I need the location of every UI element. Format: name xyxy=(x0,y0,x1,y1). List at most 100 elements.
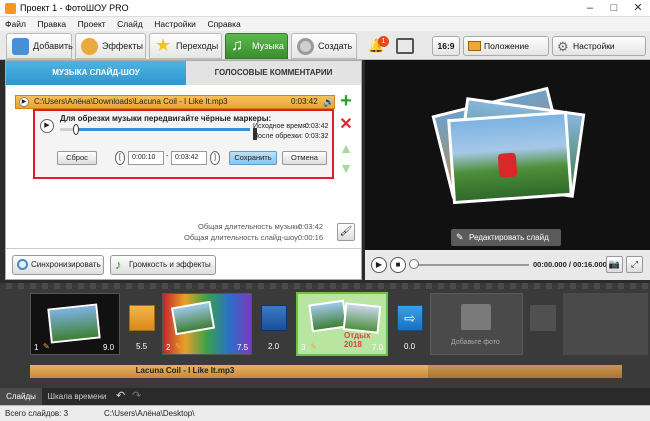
photo-gallery-icon[interactable] xyxy=(396,38,414,54)
play-button[interactable]: ▶ xyxy=(371,257,387,273)
brush-icon[interactable]: 🖌 xyxy=(337,223,355,241)
tab-slides[interactable]: Слайды xyxy=(0,388,42,405)
transition-duration: 0.0 xyxy=(404,342,416,351)
tab-music[interactable]: ♫ Музыка xyxy=(225,33,288,59)
window-title: Проект 1 - ФотоШОУ PRO xyxy=(20,3,129,13)
transition-1[interactable]: 5.5 xyxy=(129,305,155,351)
music-panel: МУЗЫКА СЛАЙД-ШОУ ГОЛОСОВЫЕ КОММЕНТАРИИ ▶… xyxy=(5,60,362,280)
trim-panel: ▶ Для обрезки музыки передвигайте чёрные… xyxy=(33,109,334,179)
add-music-button[interactable]: + xyxy=(337,91,355,111)
maximize-button[interactable]: □ xyxy=(602,0,626,17)
minimize-button[interactable]: – xyxy=(578,0,602,17)
transition-2[interactable]: 2.0 xyxy=(261,305,287,351)
slide-number: 2 xyxy=(166,343,171,352)
undo-icon[interactable]: ↶ xyxy=(116,389,125,402)
photo-frame-icon xyxy=(468,41,481,51)
menu-file[interactable]: Файл xyxy=(0,17,30,29)
tab-add[interactable]: Добавить xyxy=(6,33,73,59)
audio-track[interactable]: Lacuna Coil - I Like It.mp3 xyxy=(30,365,622,378)
menu-help[interactable]: Справка xyxy=(202,17,244,29)
start-marker[interactable] xyxy=(73,124,79,135)
after-trim-label: После обрезки: xyxy=(253,133,304,140)
slide-photo xyxy=(47,303,101,344)
tab-effects[interactable]: Эффекты xyxy=(75,33,146,59)
track-duration: 0:03:42 xyxy=(291,97,318,106)
volume-effects-button[interactable]: ♪ Громкость и эффекты xyxy=(110,255,216,275)
project-settings-button[interactable]: ⚙ Настройки проекта xyxy=(552,36,646,69)
after-trim-time: 0:03:32 xyxy=(305,133,329,140)
progress-knob[interactable] xyxy=(409,259,419,269)
cancel-button[interactable]: Отмена xyxy=(282,151,327,165)
empty-slide xyxy=(563,293,648,355)
menu-settings[interactable]: Настройки xyxy=(149,17,200,29)
gear-icon: ⚙ xyxy=(557,39,569,54)
edit-slide-button[interactable]: ✎ Редактировать слайд xyxy=(451,229,561,246)
total-slides: Всего слайдов: 3 xyxy=(5,409,69,418)
tab-voice-comments[interactable]: ГОЛОСОВЫЕ КОММЕНТАРИИ xyxy=(186,61,361,85)
reset-button[interactable]: Сброс xyxy=(57,151,97,165)
menu-slide[interactable]: Слайд xyxy=(112,17,147,29)
time-display: 00:00.000 / 00:16.000 xyxy=(533,260,607,269)
start-bracket-button[interactable]: [ xyxy=(115,151,125,165)
slide-thumbnail-selected[interactable]: Отдых 2018 3 ✎ 7.0 xyxy=(296,292,388,356)
sync-button[interactable]: Синхронизировать xyxy=(12,255,104,275)
delete-music-button[interactable]: ✕ xyxy=(337,116,355,134)
close-button[interactable]: ✕ xyxy=(626,0,650,17)
trim-play-button[interactable]: ▶ xyxy=(40,119,54,133)
slide-duration: 7.5 xyxy=(237,343,249,352)
view-tabs: Слайды Шкала времени ↶ ↷ xyxy=(0,388,650,406)
redo-icon[interactable]: ↷ xyxy=(132,389,141,402)
player-controls: ▶ ■ 00:00.000 / 00:16.000 📷 ⤢ xyxy=(365,250,650,280)
fullscreen-icon[interactable]: ⤢ xyxy=(626,256,643,273)
title-bar: Проект 1 - ФотоШОУ PRO – □ ✕ xyxy=(0,0,650,17)
menu-bar: Файл Правка Проект Слайд Настройки Справ… xyxy=(0,17,650,31)
menu-project[interactable]: Проект xyxy=(73,17,110,29)
add-photo-label: Добавьте фото xyxy=(451,339,500,346)
trim-slider[interactable] xyxy=(60,124,250,135)
trim-hint: Для обрезки музыки передвигайте чёрные м… xyxy=(60,114,272,123)
transition-3[interactable]: ⇨ 0.0 xyxy=(397,305,423,351)
project-path: C:\Users\Алёна\Desktop\ xyxy=(104,409,195,418)
play-icon: ▶ xyxy=(19,97,29,107)
progress-slider[interactable] xyxy=(411,264,529,266)
start-time-field[interactable]: 0:00:10 xyxy=(128,151,164,165)
save-button[interactable]: Сохранить xyxy=(229,151,277,165)
slide-duration: 7.0 xyxy=(372,343,384,352)
star-icon: ★ xyxy=(155,35,172,55)
slide-photo xyxy=(342,302,382,334)
original-time: 0:03:42 xyxy=(305,123,329,130)
add-photo-placeholder[interactable]: Добавьте фото xyxy=(430,293,523,355)
tab-timeline[interactable]: Шкала времени xyxy=(44,388,110,405)
menu-edit[interactable]: Правка xyxy=(32,17,70,29)
tab-transitions[interactable]: ★ Переходы xyxy=(149,33,222,59)
photo-position-button[interactable]: Положение фото xyxy=(463,36,549,69)
pencil-icon: ✎ xyxy=(456,232,464,242)
original-time-label: Исходное время: xyxy=(253,123,309,130)
slide-thumbnail[interactable]: 1 ✎ 9.0 xyxy=(30,293,120,355)
app-icon xyxy=(5,3,16,14)
pencil-icon: ✎ xyxy=(175,342,182,351)
snapshot-icon[interactable]: 📷 xyxy=(606,256,623,273)
time-separator: - xyxy=(166,153,169,160)
transition-duration: 5.5 xyxy=(136,342,148,351)
music-note-icon: ♪ xyxy=(115,257,122,272)
music-track-row[interactable]: ▶ C:\Users\Алёна\Downloads\Lacuna Coil -… xyxy=(15,95,335,109)
tab-slideshow-music[interactable]: МУЗЫКА СЛАЙД-ШОУ xyxy=(6,61,186,85)
move-down-icon[interactable]: ▼ xyxy=(337,159,355,177)
pencil-icon: ✎ xyxy=(43,342,50,351)
image-placeholder-icon xyxy=(461,304,491,330)
sync-icon xyxy=(17,259,28,270)
trim-selection xyxy=(75,128,250,131)
slide-thumbnail[interactable]: 2 ✎ 7.5 xyxy=(162,293,252,355)
stop-button[interactable]: ■ xyxy=(390,257,406,273)
tab-create[interactable]: Создать xyxy=(291,33,357,59)
film-strip-top xyxy=(0,283,650,289)
empty-transition xyxy=(530,305,556,331)
aspect-ratio-button[interactable]: 16:9 xyxy=(432,36,460,56)
slide-duration: 9.0 xyxy=(103,343,115,352)
person-figure xyxy=(497,152,518,178)
end-time-field[interactable]: 0:03:42 xyxy=(171,151,207,165)
move-up-icon[interactable]: ▲ xyxy=(337,139,355,157)
end-bracket-button[interactable]: ] xyxy=(210,151,220,165)
slide-preview: ✎ Редактировать слайд xyxy=(365,60,650,250)
